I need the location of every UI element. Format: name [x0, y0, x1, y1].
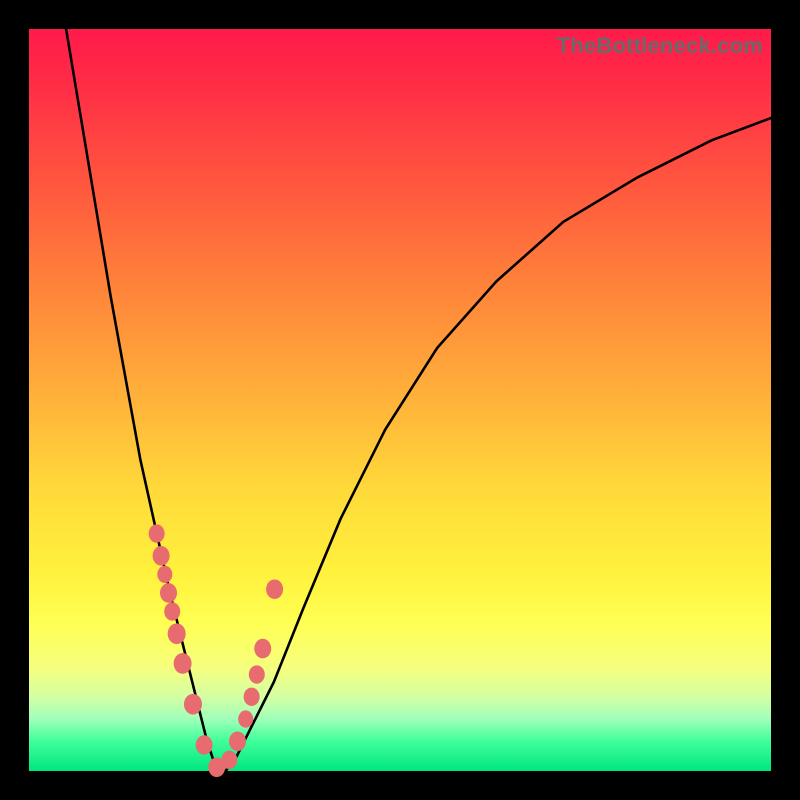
marker-point — [196, 735, 213, 755]
curve-svg — [29, 29, 771, 771]
marker-point — [153, 546, 170, 566]
marker-point — [157, 566, 172, 583]
marker-point — [174, 653, 192, 674]
marker-point — [164, 602, 180, 620]
marker-point — [149, 524, 165, 542]
marker-point — [229, 732, 246, 752]
marker-point — [249, 665, 265, 683]
marker-point — [221, 751, 237, 769]
markers-group — [149, 524, 283, 777]
marker-point — [160, 583, 177, 603]
marker-point — [168, 623, 186, 644]
marker-point — [184, 694, 202, 715]
marker-point — [244, 688, 260, 706]
plot-area: TheBottleneck.com — [29, 29, 771, 771]
chart-container: TheBottleneck.com — [0, 0, 800, 800]
bottleneck-curve — [66, 29, 771, 771]
marker-point — [254, 639, 271, 659]
marker-point — [238, 710, 253, 727]
marker-point — [266, 579, 283, 599]
